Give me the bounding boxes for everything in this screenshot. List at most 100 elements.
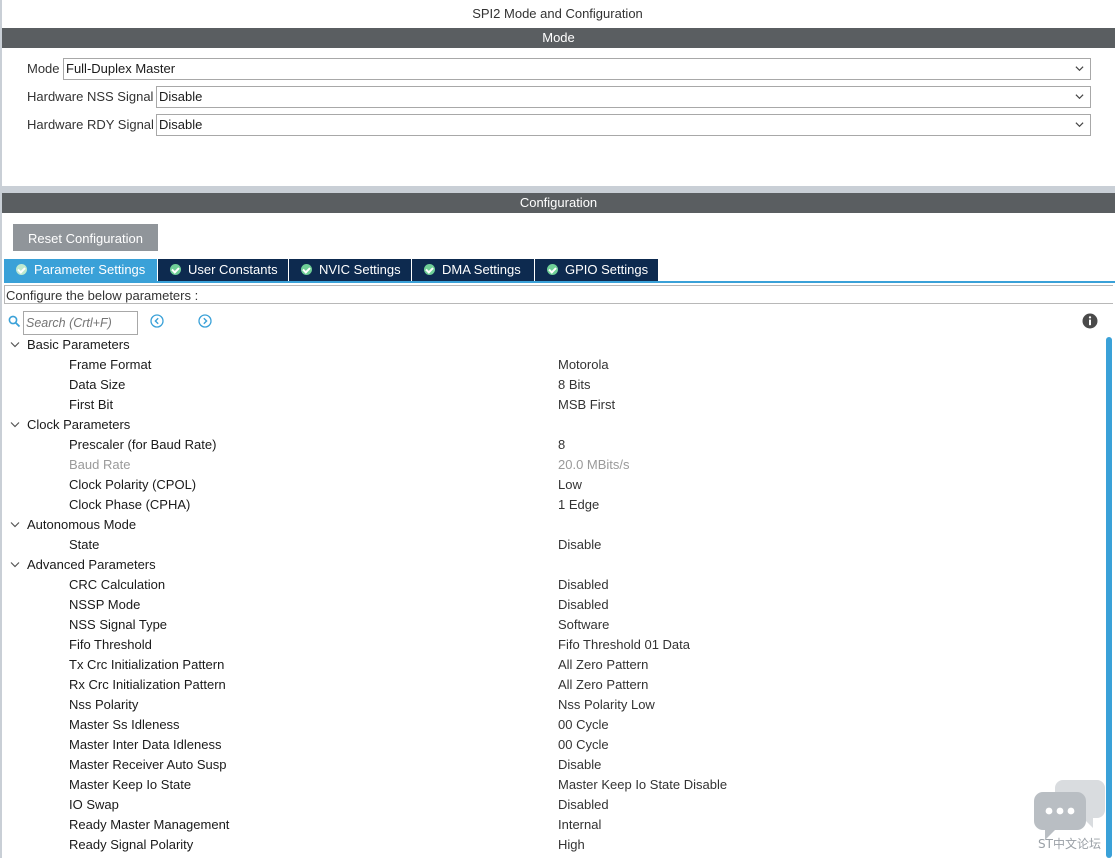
tab-gpio-settings[interactable]: GPIO Settings: [535, 259, 658, 281]
param-value[interactable]: Internal: [558, 815, 601, 835]
param-value[interactable]: Nss Polarity Low: [558, 695, 655, 715]
parameter-tree: Basic Parameters Frame Format Motorola Da…: [0, 335, 1100, 855]
param-label: Master Receiver Auto Susp: [69, 757, 227, 772]
param-value[interactable]: Disable: [558, 755, 601, 775]
param-value[interactable]: Disabled: [558, 575, 609, 595]
param-value[interactable]: Disabled: [558, 795, 609, 815]
hardware-nss-row: Hardware NSS Signal Disable: [27, 86, 1091, 108]
param-value[interactable]: 00 Cycle: [558, 715, 609, 735]
group-row[interactable]: Autonomous Mode: [0, 515, 1100, 535]
group-row[interactable]: Clock Parameters: [0, 415, 1100, 435]
param-row[interactable]: Master Receiver Auto Susp Disable: [0, 755, 1100, 775]
param-label: Master Inter Data Idleness: [69, 737, 222, 752]
chevron-down-icon[interactable]: [10, 521, 20, 529]
param-value[interactable]: 8 Bits: [558, 375, 591, 395]
tab-nvic-settings[interactable]: NVIC Settings: [289, 259, 411, 281]
param-row[interactable]: NSS Signal Type Software: [0, 615, 1100, 635]
param-row[interactable]: Data Size 8 Bits: [0, 375, 1100, 395]
chevron-down-icon: [1075, 94, 1084, 100]
hardware-rdy-value: Disable: [159, 117, 203, 132]
param-row[interactable]: Frame Format Motorola: [0, 355, 1100, 375]
param-row[interactable]: CRC Calculation Disabled: [0, 575, 1100, 595]
param-label: Clock Phase (CPHA): [69, 497, 191, 512]
param-label: NSSP Mode: [69, 597, 141, 612]
tab-label: DMA Settings: [442, 262, 521, 277]
info-icon[interactable]: [1082, 313, 1098, 329]
param-row[interactable]: Rx Crc Initialization Pattern All Zero Pa…: [0, 675, 1100, 695]
param-row[interactable]: Ready Signal Polarity High: [0, 835, 1100, 855]
group-label: Basic Parameters: [27, 337, 130, 352]
param-label: IO Swap: [69, 797, 119, 812]
mode-row: Mode Full-Duplex Master: [27, 58, 1091, 80]
group-row[interactable]: Advanced Parameters: [0, 555, 1100, 575]
chevron-down-icon[interactable]: [10, 341, 20, 349]
chevron-down-icon[interactable]: [10, 421, 20, 429]
param-row[interactable]: Nss Polarity Nss Polarity Low: [0, 695, 1100, 715]
group-label: Clock Parameters: [27, 417, 131, 432]
param-label: Baud Rate: [69, 457, 131, 472]
param-value[interactable]: Disabled: [558, 595, 609, 615]
tab-dma-settings[interactable]: DMA Settings: [412, 259, 534, 281]
mode-select[interactable]: Full-Duplex Master: [63, 58, 1091, 80]
param-value[interactable]: Low: [558, 475, 582, 495]
param-row[interactable]: Fifo Threshold Fifo Threshold 01 Data: [0, 635, 1100, 655]
param-row[interactable]: Prescaler (for Baud Rate) 8: [0, 435, 1100, 455]
param-value[interactable]: Software: [558, 615, 609, 635]
param-row[interactable]: Tx Crc Initialization Pattern All Zero Pa…: [0, 655, 1100, 675]
param-row[interactable]: Ready Master Management Internal: [0, 815, 1100, 835]
param-label: Frame Format: [69, 357, 152, 372]
tab-user-constants[interactable]: User Constants: [158, 259, 288, 281]
search-input[interactable]: [23, 311, 138, 335]
param-row[interactable]: Master Ss Idleness 00 Cycle: [0, 715, 1100, 735]
param-label: Fifo Threshold: [69, 637, 152, 652]
param-value[interactable]: All Zero Pattern: [558, 675, 648, 695]
param-value[interactable]: High: [558, 835, 585, 855]
param-label: Master Ss Idleness: [69, 717, 180, 732]
previous-match-icon[interactable]: [150, 314, 164, 328]
hardware-nss-label: Hardware NSS Signal: [27, 89, 154, 104]
search-icon[interactable]: [8, 315, 21, 328]
param-label: Nss Polarity: [69, 697, 139, 712]
tab-parameter-settings[interactable]: Parameter Settings: [4, 259, 157, 281]
param-value[interactable]: Motorola: [558, 355, 609, 375]
reset-configuration-button[interactable]: Reset Configuration: [13, 224, 158, 251]
hardware-rdy-select[interactable]: Disable: [156, 114, 1091, 136]
hardware-rdy-row: Hardware RDY Signal Disable: [27, 114, 1091, 136]
param-label: State: [69, 537, 100, 552]
section-divider: [0, 186, 1115, 193]
param-value[interactable]: 8: [558, 435, 565, 455]
param-label: Tx Crc Initialization Pattern: [69, 657, 225, 672]
tab-label: NVIC Settings: [319, 262, 401, 277]
param-label: NSS Signal Type: [69, 617, 168, 632]
param-row[interactable]: Master Inter Data Idleness 00 Cycle: [0, 735, 1100, 755]
param-value[interactable]: Disable: [558, 535, 601, 555]
param-value[interactable]: Master Keep Io State Disable: [558, 775, 727, 795]
param-row[interactable]: Master Keep Io State Master Keep Io State…: [0, 775, 1100, 795]
mode-section-header: Mode: [2, 28, 1115, 48]
chevron-down-icon[interactable]: [10, 561, 20, 569]
mode-label: Mode: [27, 61, 60, 76]
param-row[interactable]: Clock Phase (CPHA) 1 Edge: [0, 495, 1100, 515]
param-row[interactable]: IO Swap Disabled: [0, 795, 1100, 815]
param-label: Rx Crc Initialization Pattern: [69, 677, 226, 692]
param-value[interactable]: 00 Cycle: [558, 735, 609, 755]
param-row[interactable]: State Disable: [0, 535, 1100, 555]
hardware-nss-select[interactable]: Disable: [156, 86, 1091, 108]
param-row[interactable]: NSSP Mode Disabled: [0, 595, 1100, 615]
param-row-disabled: Baud Rate 20.0 MBits/s: [0, 455, 1100, 475]
param-value[interactable]: MSB First: [558, 395, 615, 415]
group-row[interactable]: Basic Parameters: [0, 335, 1100, 355]
param-row[interactable]: Clock Polarity (CPOL) Low: [0, 475, 1100, 495]
param-value[interactable]: Fifo Threshold 01 Data: [558, 635, 690, 655]
next-match-icon[interactable]: [198, 314, 212, 328]
param-value[interactable]: All Zero Pattern: [558, 655, 648, 675]
tab-label: Parameter Settings: [34, 262, 146, 277]
check-circle-icon: [301, 264, 312, 275]
check-circle-icon: [170, 264, 181, 275]
check-circle-icon: [547, 264, 558, 275]
param-row[interactable]: First Bit MSB First: [0, 395, 1100, 415]
param-value: 20.0 MBits/s: [558, 457, 630, 472]
param-value[interactable]: 1 Edge: [558, 495, 599, 515]
check-circle-icon: [424, 264, 435, 275]
param-label: First Bit: [69, 397, 114, 412]
